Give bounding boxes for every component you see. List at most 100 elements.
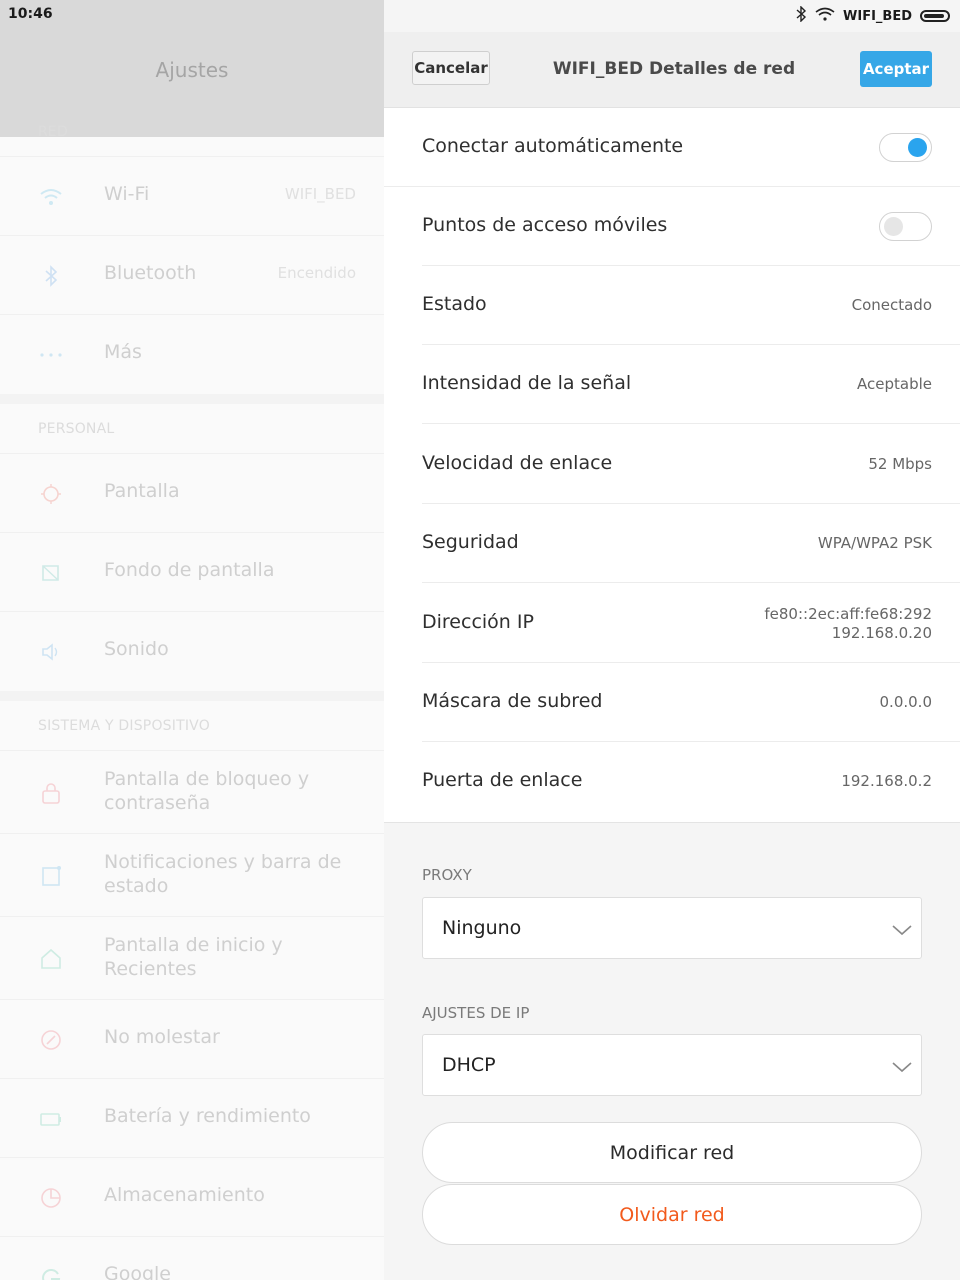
settings-title: Ajustes	[155, 58, 229, 82]
settings-item-wifi[interactable]: Wi-Fi WIFI_BED	[0, 156, 384, 236]
settings-item-label: Más	[104, 341, 142, 363]
detail-value: WPA/WPA2 PSK	[817, 534, 932, 552]
status-bar: 10:46 WIFI_BED	[0, 0, 960, 32]
ip-settings-select-value: DHCP	[442, 1054, 496, 1076]
forget-network-button[interactable]: Olvidar red	[422, 1184, 922, 1245]
chevron-down-icon	[891, 1059, 913, 1078]
hotspot-label: Puntos de acceso móviles	[422, 214, 668, 236]
detail-label: Intensidad de la señal	[422, 372, 632, 394]
settings-item-sonido[interactable]: Sonido	[0, 611, 384, 691]
detail-label: Velocidad de enlace	[422, 452, 613, 474]
settings-item-value: Encendido	[277, 264, 356, 282]
settings-item-label: Notificaciones y barra de estado	[104, 851, 342, 897]
auto-connect-label: Conectar automáticamente	[422, 135, 684, 157]
detail-value: 52 Mbps	[868, 455, 932, 473]
page-title: WIFI_BED Detalles de red	[552, 59, 796, 79]
settings-item-label: Fondo de pantalla	[104, 559, 275, 581]
detail-value: Conectado	[851, 296, 932, 314]
wifi-icon	[815, 7, 835, 25]
ipv4-address: 192.168.0.20	[831, 624, 932, 642]
bluetooth-icon	[38, 264, 64, 288]
notification-icon	[38, 864, 64, 888]
home-icon	[38, 947, 64, 971]
ip-settings-select[interactable]: DHCP	[422, 1034, 922, 1096]
network-details-panel: Cancelar WIFI_BED Detalles de red Acepta…	[384, 0, 960, 1280]
settings-item-label: Pantalla de bloqueo y contraseña	[104, 768, 310, 814]
settings-item-label: Bluetooth	[104, 262, 197, 284]
detail-label: Dirección IP	[422, 611, 534, 633]
detail-row-signal: Intensidad de la señal Aceptable	[422, 345, 960, 424]
detail-row-link-speed: Velocidad de enlace 52 Mbps	[422, 425, 960, 504]
status-icons: WIFI_BED	[795, 5, 950, 26]
settings-item-label: Sonido	[104, 638, 169, 660]
do-not-disturb-icon	[38, 1028, 64, 1052]
detail-row-subnet: Máscara de subred 0.0.0.0	[422, 663, 960, 742]
settings-item-notificaciones[interactable]: Notificaciones y barra de estado	[0, 833, 384, 917]
auto-connect-toggle[interactable]	[879, 133, 932, 162]
detail-label: Máscara de subred	[422, 690, 603, 712]
settings-item-google[interactable]: Google	[0, 1236, 384, 1280]
settings-item-pantalla[interactable]: Pantalla	[0, 453, 384, 533]
speaker-icon	[38, 640, 64, 664]
battery-icon	[38, 1107, 64, 1131]
modify-network-button[interactable]: Modificar red	[422, 1122, 922, 1183]
toggle-knob	[908, 138, 927, 157]
google-icon	[38, 1265, 64, 1280]
section-label-personal: PERSONAL	[38, 421, 115, 437]
cancel-button[interactable]: Cancelar	[412, 51, 490, 85]
brightness-icon	[38, 482, 64, 506]
more-icon	[38, 343, 64, 367]
detail-label: Seguridad	[422, 531, 519, 553]
settings-item-label: Google	[104, 1263, 172, 1280]
detail-row-gateway: Puerta de enlace 192.168.0.2	[422, 742, 960, 821]
network-name: WIFI_BED	[843, 8, 912, 24]
settings-item-bloqueo[interactable]: Pantalla de bloqueo y contraseña	[0, 750, 384, 834]
ipv6-address: fe80::2ec:aff:fe68:292	[764, 605, 932, 623]
detail-value: Aceptable	[857, 375, 932, 393]
settings-item-bateria[interactable]: Batería y rendimiento	[0, 1078, 384, 1158]
settings-item-mas[interactable]: Más	[0, 314, 384, 394]
ip-settings-section-title: AJUSTES DE IP	[422, 1004, 530, 1022]
settings-item-label: Wi-Fi	[104, 183, 150, 205]
detail-row-security: Seguridad WPA/WPA2 PSK	[422, 504, 960, 583]
detail-label: Puerta de enlace	[422, 769, 583, 791]
section-divider	[0, 691, 384, 701]
hotspot-toggle[interactable]	[879, 212, 932, 241]
storage-icon	[38, 1186, 64, 1210]
detail-value: fe80::2ec:aff:fe68:292 192.168.0.20	[764, 605, 932, 643]
section-label-sistema: SISTEMA Y DISPOSITIVO	[38, 718, 210, 734]
settings-item-bluetooth[interactable]: Bluetooth Encendido	[0, 235, 384, 315]
wallpaper-icon	[38, 561, 64, 585]
section-label-red: RED	[38, 124, 68, 140]
settings-list-panel: Ajustes RED Wi-Fi WIFI_BED Bluetooth Enc…	[0, 0, 384, 1280]
detail-label: Estado	[422, 293, 487, 315]
status-time: 10:46	[8, 6, 53, 22]
hotspot-row[interactable]: Puntos de acceso móviles	[422, 187, 960, 266]
wifi-icon	[38, 185, 64, 209]
accept-button[interactable]: Aceptar	[860, 51, 932, 87]
detail-row-ip: Dirección IP fe80::2ec:aff:fe68:292 192.…	[422, 584, 960, 663]
battery-icon	[920, 10, 950, 22]
settings-item-label: No molestar	[104, 1026, 220, 1048]
bluetooth-icon	[795, 5, 807, 26]
details-toolbar: Cancelar WIFI_BED Detalles de red Acepta…	[384, 32, 960, 108]
settings-item-almacenamiento[interactable]: Almacenamiento	[0, 1157, 384, 1237]
settings-item-label: Pantalla	[104, 480, 180, 502]
settings-item-inicio[interactable]: Pantalla de inicio y Recientes	[0, 916, 384, 1000]
proxy-select[interactable]: Ninguno	[422, 897, 922, 959]
details-list: Conectar automáticamente Puntos de acces…	[384, 108, 960, 823]
detail-value: 0.0.0.0	[879, 693, 932, 711]
settings-item-value: WIFI_BED	[284, 185, 356, 203]
proxy-select-value: Ninguno	[442, 917, 522, 939]
settings-item-fondo[interactable]: Fondo de pantalla	[0, 532, 384, 612]
settings-item-label: Pantalla de inicio y Recientes	[104, 934, 283, 980]
section-divider	[0, 394, 384, 404]
lock-icon	[38, 781, 64, 805]
detail-value: 192.168.0.2	[841, 772, 932, 790]
settings-item-label: Almacenamiento	[104, 1184, 265, 1206]
settings-item-no-molestar[interactable]: No molestar	[0, 999, 384, 1079]
settings-item-label: Batería y rendimiento	[104, 1105, 311, 1127]
detail-row-estado: Estado Conectado	[422, 266, 960, 345]
toggle-knob	[884, 217, 903, 236]
auto-connect-row[interactable]: Conectar automáticamente	[384, 108, 960, 187]
